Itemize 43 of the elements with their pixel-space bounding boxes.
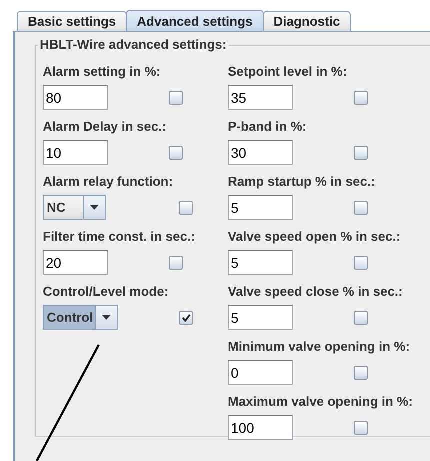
checkbox[interactable]	[179, 200, 193, 214]
input-field[interactable]: 5	[228, 195, 293, 220]
checkbox[interactable]	[354, 366, 368, 380]
checkbox[interactable]	[169, 256, 183, 270]
field-label: Maximum valve opening in %:	[228, 393, 414, 411]
checkbox[interactable]	[354, 310, 368, 324]
checkbox[interactable]	[179, 310, 193, 324]
field-label: P-band in %:	[228, 118, 308, 136]
input-field[interactable]: 0	[228, 360, 293, 385]
dropdown[interactable]: NC	[43, 195, 106, 220]
group-title: HBLT-Wire advanced settings:	[38, 37, 229, 52]
caret-icon	[102, 315, 111, 320]
input-field[interactable]: 35	[228, 85, 293, 110]
input-field[interactable]: 20	[43, 250, 108, 275]
field-label: Ramp startup % in sec.:	[228, 173, 376, 191]
checkbox[interactable]	[354, 90, 368, 104]
checkbox[interactable]	[354, 420, 368, 434]
input-field[interactable]: 30	[228, 140, 293, 165]
caret-icon	[90, 205, 99, 210]
input-field[interactable]: 100	[228, 415, 293, 440]
field-label: Minimum valve opening in %:	[228, 338, 412, 356]
field-label: Filter time const. in sec.:	[43, 228, 196, 246]
check-icon	[182, 314, 190, 322]
input-field[interactable]: 5	[228, 305, 293, 330]
input-field[interactable]: 80	[43, 85, 108, 110]
field-label: Control/Level mode:	[43, 283, 170, 301]
checkbox[interactable]	[354, 146, 368, 160]
field-label: Valve speed close % in sec.:	[228, 283, 404, 301]
input-field[interactable]: 10	[43, 140, 108, 165]
field-label: Alarm relay function:	[43, 173, 174, 191]
dropdown[interactable]: Control	[43, 305, 118, 330]
field-label: Valve speed open % in sec.:	[228, 228, 402, 246]
tab[interactable]: Basic settings	[17, 11, 128, 31]
input-field[interactable]: 5	[228, 250, 293, 275]
checkbox[interactable]	[354, 256, 368, 270]
tab[interactable]: Advanced settings	[126, 10, 264, 31]
checkbox[interactable]	[169, 90, 183, 104]
checkbox[interactable]	[169, 146, 183, 160]
field-label: Alarm Delay in sec.:	[43, 118, 168, 136]
checkbox[interactable]	[354, 200, 368, 214]
field-label: Alarm setting in %:	[43, 63, 162, 81]
tab[interactable]: Diagnostic	[262, 11, 352, 31]
field-label: Setpoint level in %:	[228, 63, 348, 81]
